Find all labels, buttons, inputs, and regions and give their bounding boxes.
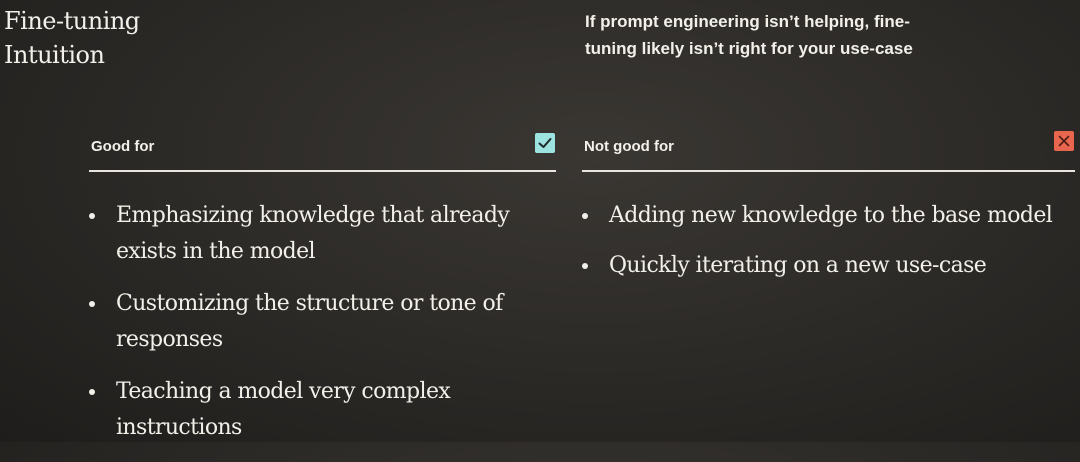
list-item: Emphasizing knowledge that already exist… [89,198,556,270]
list-item: Quickly iterating on a new use-case [582,248,1075,284]
slide-subtitle-line: tuning likely isn’t right for your use-c… [585,39,913,58]
x-icon [1054,131,1074,151]
good-for-list: Emphasizing knowledge that already exist… [89,198,556,446]
not-good-for-header: Not good for [582,130,1075,172]
slide: Fine-tuning Intuition If prompt engineer… [0,0,1080,442]
bullet-icon [582,213,588,219]
slide-title-line: Intuition [4,41,105,69]
not-good-for-label: Not good for [584,138,674,155]
good-for-header: Good for [89,130,556,172]
slide-subtitle: If prompt engineering isn’t helping, fin… [585,8,1005,62]
list-item-line: Adding new knowledge to the base model [609,203,1053,228]
bullet-icon [89,389,95,395]
list-item: Customizing the structure or tone of res… [89,286,556,358]
slide-title: Fine-tuning Intuition [4,4,194,72]
bullet-icon [89,301,95,307]
not-good-for-list: Adding new knowledge to the base model Q… [582,198,1075,284]
list-item-line: Quickly iterating on a new use-case [609,253,987,278]
list-item-line: responses [116,327,223,352]
list-item: Teaching a model very complex instructio… [89,374,556,446]
list-item-line: Teaching a model very complex [116,379,451,404]
good-for-column: Good for Emphasizing knowledge that alre… [89,130,556,462]
bullet-icon [89,213,95,219]
list-item-line: Customizing the structure or tone of [116,291,503,316]
slide-subtitle-line: If prompt engineering isn’t helping, fin… [585,12,910,31]
list-item: Adding new knowledge to the base model [582,198,1075,234]
list-item-line: instructions [116,415,242,440]
list-item-line: Emphasizing knowledge that already [116,203,510,228]
list-item-line: exists in the model [116,239,316,264]
slide-title-line: Fine-tuning [4,7,140,35]
good-for-label: Good for [91,138,155,155]
check-icon [535,133,555,153]
not-good-for-column: Not good for Adding new knowledge to the… [582,130,1075,298]
bullet-icon [582,263,588,269]
